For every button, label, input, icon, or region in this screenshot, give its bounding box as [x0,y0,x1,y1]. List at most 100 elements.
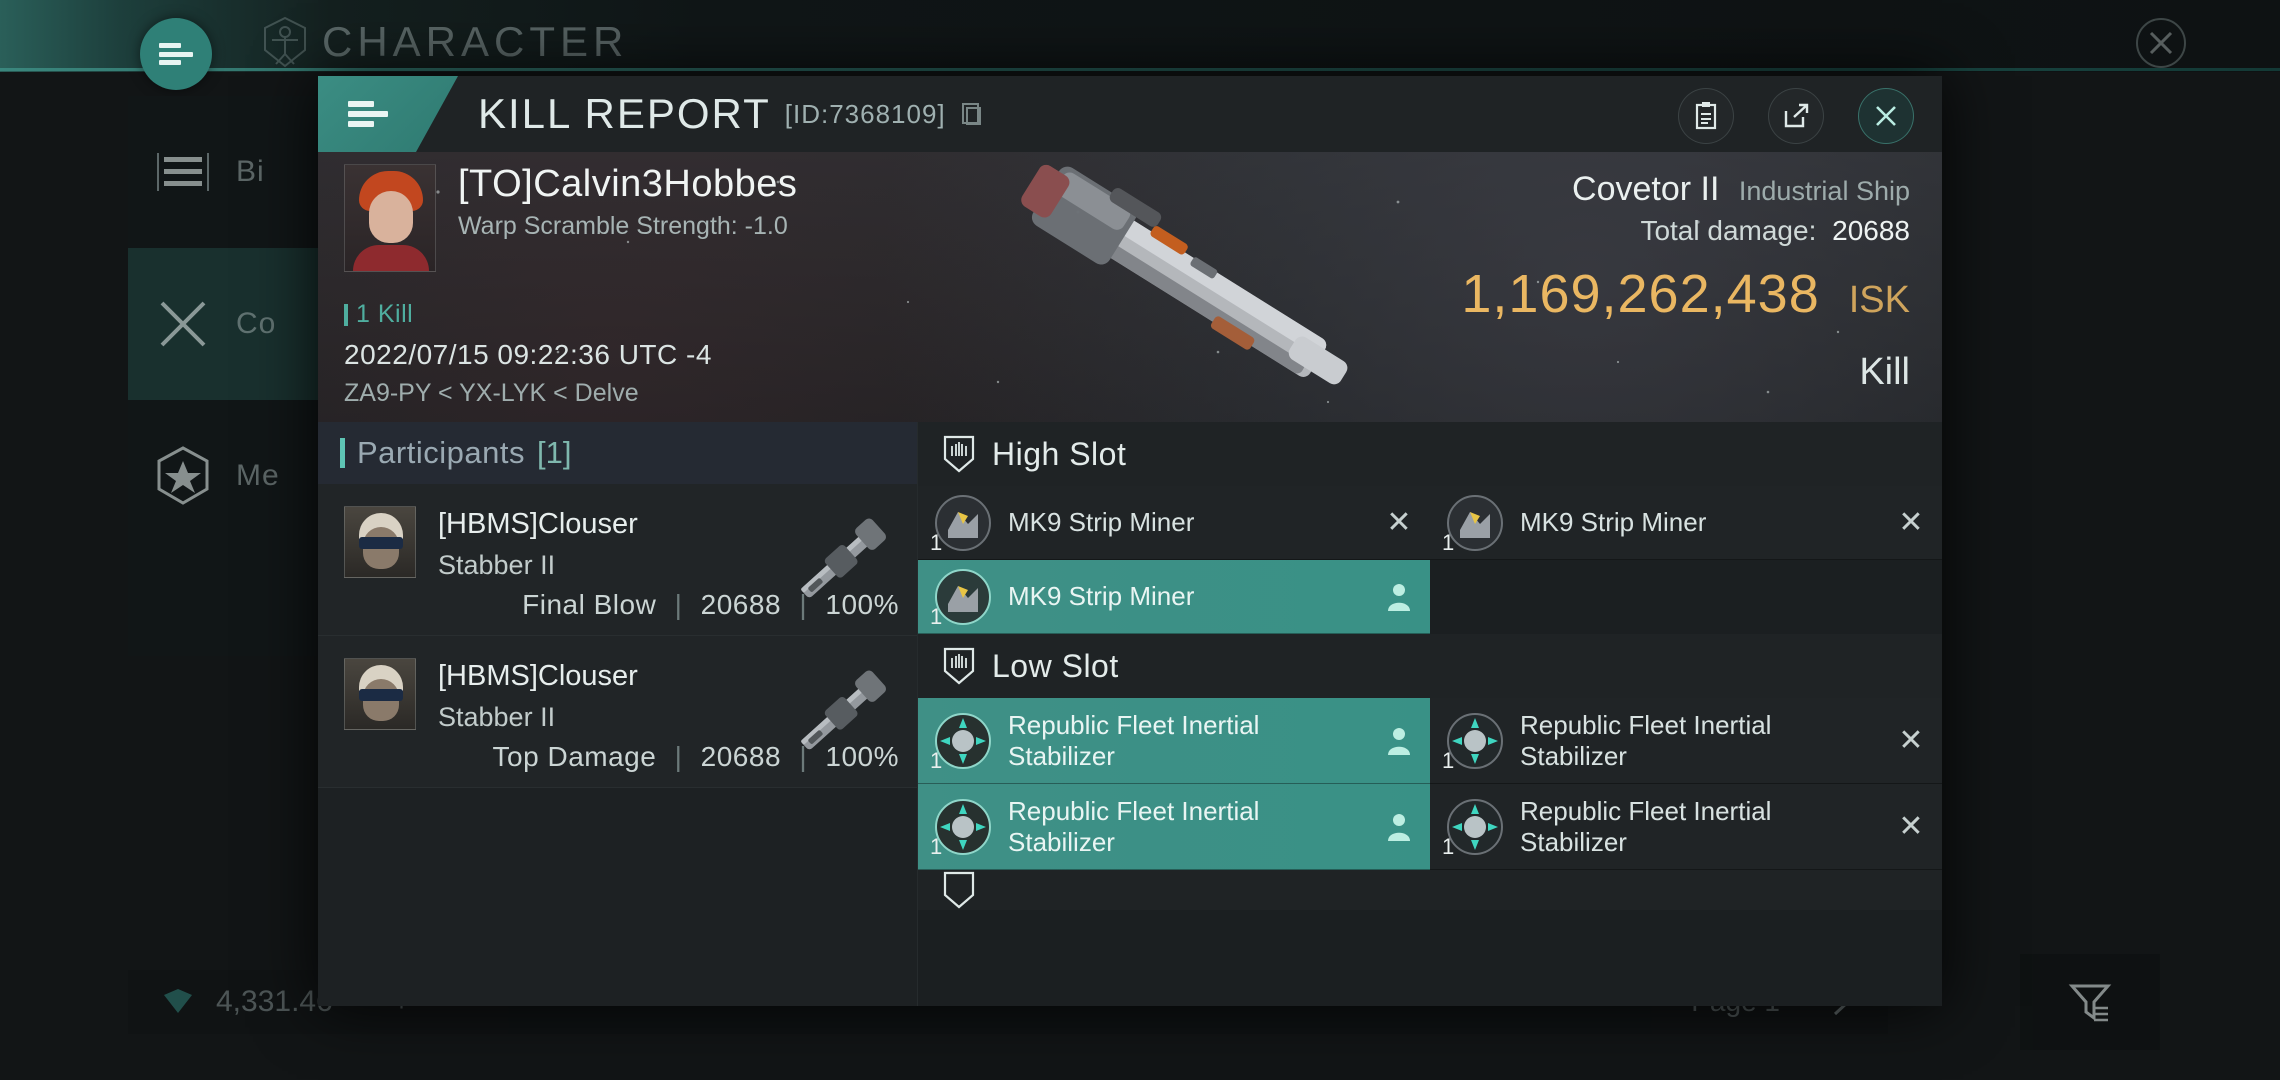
fitting-slot-item-selected[interactable]: 1 MK9 Strip Miner [918,560,1430,634]
filter-icon [2068,984,2112,1022]
participants-title: Participants [357,435,525,470]
hamburger-icon [348,121,374,127]
hamburger-icon [348,101,374,107]
participant-tag: Top Damage [492,741,657,772]
item-owner-icon [1382,582,1416,612]
item-name: Republic Fleet Inertial Stabilizer [1520,795,1772,857]
kill-meta: 1 Kill 2022/07/15 09:22:36 UTC -4 ZA9-PY… [344,300,712,408]
participant-damage: 20688 [700,589,782,620]
close-icon [1876,106,1896,126]
total-damage-label: Total damage: [1640,215,1817,246]
next-slot-section-peek [918,870,1942,910]
clipboard-button[interactable] [1678,88,1734,144]
warp-scramble-strength: Warp Scramble Strength: -1.0 [458,211,788,240]
hamburger-icon [159,43,181,48]
kill-count-badge: 1 Kill [344,300,712,329]
isk-value: 1,169,262,438 [1461,264,1820,324]
slot-shield-icon [943,435,975,473]
covetor-ship-render [1021,164,1348,385]
avatar [344,506,416,578]
sidebar-item-me[interactable]: Me [128,400,343,552]
copy-icon[interactable] [960,101,984,127]
dialog-menu-button[interactable] [318,76,458,152]
item-name: MK9 Strip Miner [1520,507,1707,538]
section-accent-bar [340,438,345,468]
crossed-swords-icon [150,291,216,357]
hamburger-icon [159,60,181,65]
isk-value-line: 1,169,262,438 ISK [1461,263,1910,325]
close-button[interactable] [1858,88,1914,144]
fitting-slot-item[interactable]: 1 MK9 Strip Miner ✕ [1430,486,1942,560]
kill-timestamp: 2022/07/15 09:22:36 UTC -4 [344,339,712,370]
hamburger-icon [348,111,388,117]
item-name: Republic Fleet Inertial Stabilizer [1520,709,1772,771]
isk-unit: ISK [1848,279,1910,321]
total-damage: Total damage: 20688 [1461,215,1910,247]
fitting-slot-item[interactable]: 1 Republic Fleet Inertial Stabilizer ✕ [1430,698,1942,784]
slot-shield-icon [943,647,975,685]
remove-item-icon[interactable]: ✕ [1382,505,1416,540]
star-hexagon-icon [150,443,216,509]
item-name: Republic Fleet Inertial Stabilizer [1008,795,1260,857]
remove-item-icon[interactable]: ✕ [1894,809,1928,844]
list-icon [150,139,216,205]
participant-name: [HBMS]Clouser [438,660,638,692]
background-hamburger-button[interactable] [140,18,212,90]
kill-location: ZA9-PY < YX-LYK < Delve [344,379,639,407]
victim-avatar [344,164,436,272]
slot-section-label: High Slot [992,435,1127,472]
participants-count: [1] [536,435,572,470]
participant-name: [HBMS]Clouser [438,508,638,540]
fitting-slot-item-selected[interactable]: 1 Republic Fleet Inertial Stabilizer [918,784,1430,870]
participant-percent: 100% [825,589,899,620]
avatar [344,658,416,730]
sidebar-item-bi[interactable]: Bi [128,96,343,248]
item-name: Republic Fleet Inertial Stabilizer [1008,709,1260,771]
clipboard-icon [1695,102,1717,130]
participant-tag: Final Blow [522,589,657,620]
background-filter-button[interactable] [2020,954,2160,1050]
ship-class: Industrial Ship [1738,176,1910,206]
participant-stats: Top Damage | 20688 | 100% [492,741,899,772]
inertial-stabilizer-icon: 1 [1442,712,1504,773]
dialog-body: Participants [1] [HBMS]Clouser Stabber I… [318,422,1942,1006]
participant-ship: Stabber II [438,550,556,581]
slot-section-header-low: Low Slot [918,634,1942,698]
item-quantity: 1 [930,833,943,859]
fitting-panel: High Slot 1 MK9 Strip Miner ✕ 1 MK9 Stri… [918,422,1942,1006]
kill-summary-hero: [TO]Calvin3Hobbes Warp Scramble Strength… [318,152,1942,422]
dialog-header: KILL REPORT [ID:7368109] [318,76,1942,152]
fitting-slot-item[interactable]: 1 MK9 Strip Miner ✕ [918,486,1430,560]
background-sidebar: Bi Co Me [128,96,343,656]
inertial-stabilizer-icon: 1 [930,798,992,859]
remove-item-icon[interactable]: ✕ [1894,505,1928,540]
item-quantity: 1 [1442,529,1455,555]
background-close-button[interactable] [2134,16,2188,70]
share-button[interactable] [1768,88,1824,144]
background-top-bar-underline [0,68,2280,71]
item-quantity: 1 [1442,747,1455,773]
sidebar-item-label: Me [236,459,280,492]
participant-damage: 20688 [700,741,782,772]
ship-and-value-summary: Covetor II Industrial Ship Total damage:… [1461,170,1910,394]
item-quantity: 1 [930,747,943,773]
inertial-stabilizer-icon: 1 [930,712,992,773]
fitting-slot-item[interactable]: 1 Republic Fleet Inertial Stabilizer ✕ [1430,784,1942,870]
destroyed-ship: Covetor II Industrial Ship [1461,170,1910,209]
slot-section-header-high: High Slot [918,422,1942,486]
item-quantity: 1 [1442,833,1455,859]
remove-item-icon[interactable]: ✕ [1894,723,1928,758]
table-row[interactable]: [HBMS]Clouser Stabber II Top Damage | 20… [318,636,917,788]
kill-report-dialog: KILL REPORT [ID:7368109] [TO]Calvin3Hobb… [318,76,1942,1006]
item-quantity: 1 [930,529,943,555]
item-name: MK9 Strip Miner [1008,507,1195,538]
strip-miner-icon: 1 [930,494,992,555]
fitting-slot-item-selected[interactable]: 1 Republic Fleet Inertial Stabilizer [918,698,1430,784]
victim-name: [TO]Calvin3Hobbes [458,163,798,205]
participants-panel: Participants [1] [HBMS]Clouser Stabber I… [318,422,918,1006]
sidebar-item-co[interactable]: Co [128,248,343,400]
strip-miner-icon: 1 [1442,494,1504,555]
scroll-fade-overlay [918,972,1942,1006]
table-row[interactable]: [HBMS]Clouser Stabber II Final Blow | 20… [318,484,917,636]
participants-header: Participants [1] [318,422,917,484]
